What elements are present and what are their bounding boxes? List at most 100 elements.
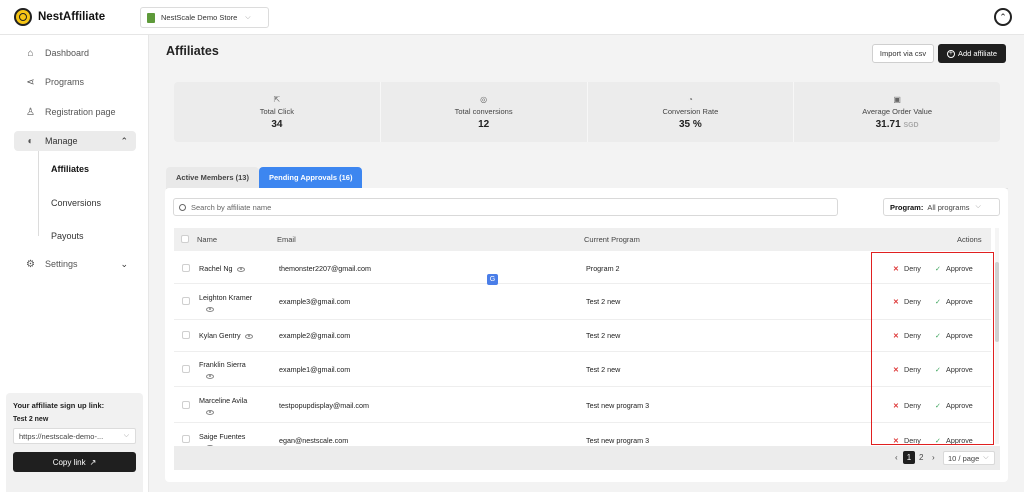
- translate-icon[interactable]: G: [487, 274, 498, 285]
- sidebar-item-programs[interactable]: ⋖ Programs: [14, 72, 136, 92]
- sidebar-subitem-conversions[interactable]: Conversions: [51, 198, 101, 208]
- eye-icon[interactable]: [206, 409, 214, 415]
- affiliate-name: Rachel Ng: [199, 264, 245, 273]
- page-size-value: 10 / page: [948, 453, 980, 463]
- search-icon: [179, 203, 186, 211]
- tab-pending-approvals[interactable]: Pending Approvals (16): [258, 167, 363, 188]
- stat-average-order-value: ▣ Average Order Value 31.71 SGD: [794, 82, 1000, 142]
- top-bar: NestAffiliate NestScale Demo Store ⌵ ⌃: [0, 0, 1024, 35]
- row-checkbox[interactable]: [182, 297, 190, 305]
- eye-icon[interactable]: [236, 266, 245, 272]
- sidebar: ⌂ Dashboard ⋖ Programs ♙ Registration pa…: [0, 35, 149, 492]
- add-affiliate-button[interactable]: + Add affiliate: [938, 44, 1006, 63]
- page-1-button[interactable]: 1: [903, 451, 915, 464]
- import-csv-button[interactable]: Import via csv: [872, 44, 934, 63]
- stat-total-conversions: ◎ Total conversions 12: [381, 82, 588, 142]
- affiliate-email: example2@gmail.com: [279, 331, 351, 340]
- chevron-down-icon: ⌄: [120, 258, 128, 269]
- pie-icon: ◔: [687, 94, 693, 104]
- row-checkbox[interactable]: [182, 365, 190, 373]
- pagination-bar: ‹ 1 2 › 10 / page ⌵: [174, 446, 1000, 470]
- affiliate-name: Leighton Kramer: [199, 293, 253, 302]
- signup-link-value: https://nestscale-demo-...: [19, 431, 104, 441]
- table-row: Kylan Gentry example2@gmail.com Test 2 n…: [174, 320, 991, 352]
- affiliate-program: Test 2 new: [586, 331, 621, 340]
- cursor-icon: ⇱: [273, 94, 281, 104]
- home-icon: ⌂: [27, 47, 34, 59]
- row-checkbox[interactable]: [182, 331, 190, 339]
- affiliate-program: Test new program 3: [586, 401, 650, 410]
- affiliate-program: Test new program 3: [586, 436, 650, 445]
- sidebar-subitem-affiliates[interactable]: Affiliates: [51, 164, 89, 174]
- table-row: Marceline Avila testpopupdisplay@mail.co…: [174, 387, 991, 423]
- sidebar-item-registration-page[interactable]: ♙ Registration page: [14, 102, 136, 122]
- eye-icon[interactable]: [206, 373, 214, 379]
- sidebar-item-dashboard[interactable]: ⌂ Dashboard: [14, 43, 136, 63]
- brand-logo[interactable]: NestAffiliate: [14, 8, 105, 26]
- eye-icon[interactable]: [206, 306, 214, 312]
- stat-label: Average Order Value: [862, 106, 932, 116]
- member-tabs: Active Members (13) Pending Approvals (1…: [166, 167, 363, 188]
- program-filter-label: Program:: [890, 202, 924, 212]
- chevron-down-icon: ⌵: [975, 203, 981, 210]
- column-header-actions: Actions: [957, 235, 982, 244]
- program-filter[interactable]: Program: All programs ⌵: [883, 198, 1000, 216]
- sidebar-item-settings[interactable]: ⚙ Settings ⌄: [14, 254, 136, 274]
- program-filter-value: All programs: [927, 202, 970, 212]
- store-selector[interactable]: NestScale Demo Store ⌵: [140, 7, 269, 28]
- signup-program-name: Test 2 new: [13, 416, 49, 423]
- affiliate-name-text: Rachel Ng: [199, 264, 233, 273]
- affiliate-email: testpopupdisplay@mail.com: [279, 401, 369, 410]
- affiliate-name: Franklin Sierra: [199, 360, 246, 369]
- select-all-checkbox[interactable]: [181, 235, 189, 243]
- account-icon[interactable]: ⌃: [994, 8, 1012, 26]
- row-checkbox[interactable]: [182, 264, 190, 272]
- stat-value-number: 31.71: [875, 118, 901, 130]
- sidebar-item-label: Settings: [45, 259, 78, 269]
- plus-circle-icon: +: [946, 49, 955, 58]
- next-page-icon[interactable]: ›: [932, 453, 935, 462]
- stat-value: 35 %: [678, 118, 702, 130]
- stat-label: Total conversions: [454, 106, 513, 116]
- brand-name: NestAffiliate: [38, 11, 106, 23]
- search-input[interactable]: Search by affiliate name: [173, 198, 838, 216]
- row-checkbox[interactable]: [182, 401, 190, 409]
- copy-link-button[interactable]: Copy link ↗: [13, 452, 136, 472]
- chevron-down-icon: ⌵: [245, 13, 251, 21]
- column-header-name: Name: [197, 235, 218, 244]
- page-size-select[interactable]: 10 / page ⌵: [943, 451, 995, 465]
- external-link-icon: ↗: [89, 457, 97, 467]
- actions-highlight-box: [871, 252, 994, 445]
- stat-label: Conversion Rate: [662, 106, 719, 116]
- share-icon: ⋖: [26, 76, 35, 88]
- chevron-down-icon: ⌵: [983, 454, 989, 461]
- user-plus-icon: ♙: [26, 106, 35, 118]
- sidebar-item-label: Registration page: [45, 107, 116, 117]
- add-affiliate-label: Add affiliate: [957, 49, 998, 58]
- stat-value: 31.71 SGD: [876, 119, 919, 130]
- sidebar-subitem-payouts[interactable]: Payouts: [51, 231, 84, 241]
- search-placeholder: Search by affiliate name: [191, 202, 272, 212]
- affiliate-email: example1@gmail.com: [279, 365, 351, 374]
- page-2-button[interactable]: 2: [919, 453, 923, 462]
- bag-icon: ▣: [893, 94, 901, 104]
- signup-link-select[interactable]: https://nestscale-demo-... ⌵: [13, 428, 136, 444]
- affiliate-email: egan@nestscale.com: [279, 436, 349, 445]
- table-row: Franklin Sierra example1@gmail.com Test …: [174, 352, 991, 387]
- chevron-down-icon: ⌵: [123, 432, 129, 439]
- table-row: Saige Fuentes egan@nestscale.com Test ne…: [174, 423, 991, 446]
- stats-bar: ⇱ Total Click 34 ◎ Total conversions 12 …: [174, 82, 1000, 142]
- target-icon: ◎: [480, 94, 488, 104]
- prev-page-icon[interactable]: ‹: [895, 453, 898, 462]
- copy-link-label: Copy link: [52, 457, 86, 467]
- tab-active-members[interactable]: Active Members (13): [166, 167, 259, 188]
- sidebar-item-label: Programs: [45, 77, 85, 87]
- eye-icon[interactable]: [244, 333, 253, 339]
- table-scrollbar-thumb[interactable]: [995, 262, 999, 342]
- logo-icon: [14, 8, 32, 26]
- stat-value: 12: [478, 118, 490, 130]
- column-header-current-program: Current Program: [584, 235, 640, 244]
- sidebar-item-label: Dashboard: [45, 48, 90, 58]
- sidebar-item-manage[interactable]: ◐ Manage ⌃: [14, 131, 136, 151]
- row-checkbox[interactable]: [182, 435, 190, 443]
